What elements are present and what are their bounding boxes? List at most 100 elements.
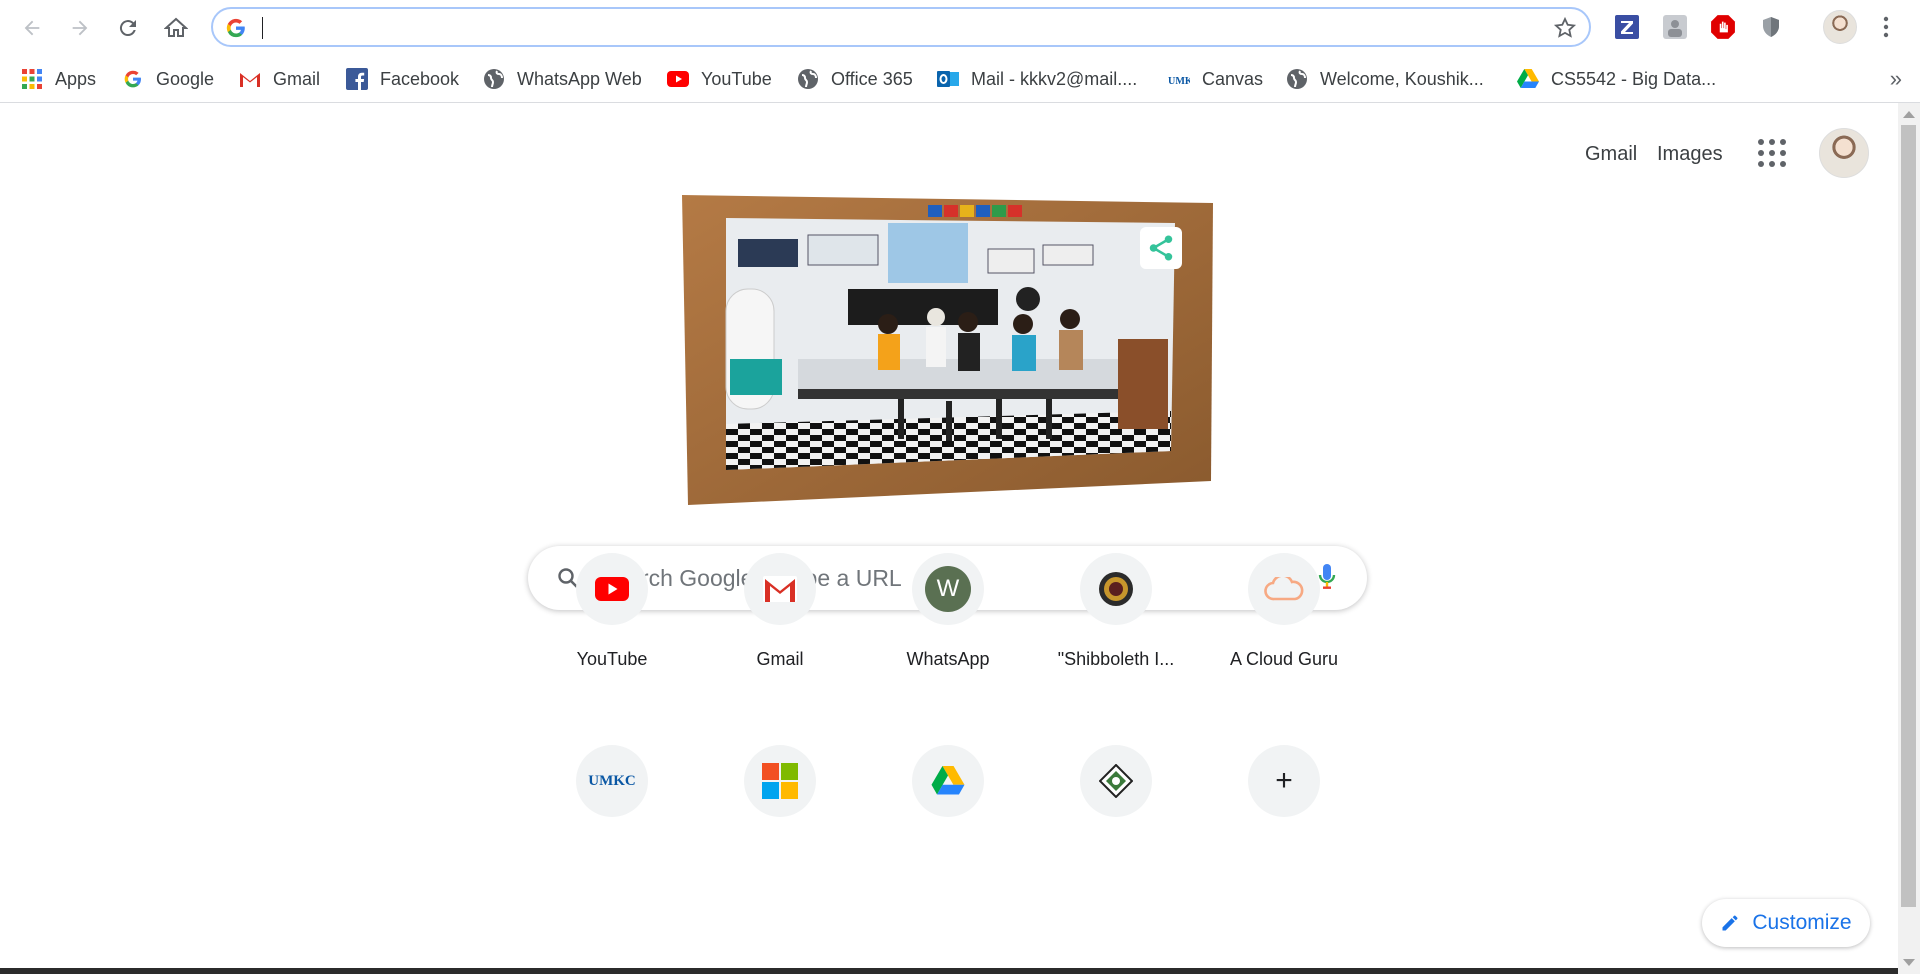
bookmark-cs5542[interactable]: CS5542 - Big Data... — [1517, 64, 1716, 94]
seal-icon — [1099, 572, 1133, 606]
shortcut-icon-container — [912, 745, 984, 817]
profile-avatar[interactable] — [1823, 10, 1857, 44]
shortcut-label: YouTube — [576, 649, 648, 669]
bookmark-label: WhatsApp Web — [517, 68, 642, 89]
bookmark-label: Office 365 — [831, 68, 913, 89]
shortcut-icon-container — [1248, 553, 1320, 625]
customize-label: Customize — [1752, 911, 1852, 934]
browser-toolbar — [0, 0, 1920, 56]
shortcut-gmail[interactable]: Gmail — [696, 539, 864, 699]
new-tab-page: Gmail Images Search Google or type a URL… — [0, 103, 1898, 974]
pencil-icon — [1720, 913, 1740, 933]
google-apps-icon[interactable] — [1758, 139, 1788, 169]
customize-button[interactable]: Customize — [1702, 899, 1870, 947]
forward-arrow-icon — [72, 20, 88, 36]
scrollbar-thumb[interactable] — [1901, 125, 1916, 907]
reload-icon — [119, 20, 136, 37]
forward-button[interactable] — [62, 10, 98, 46]
taskbar-edge — [0, 968, 1898, 974]
bookmark-gmail[interactable]: Gmail — [239, 64, 320, 94]
youtube-icon — [595, 577, 629, 601]
cloud-icon — [1264, 577, 1304, 601]
shortcut-badge[interactable] — [1032, 731, 1200, 891]
doodle-share-button[interactable] — [1140, 227, 1182, 269]
drive-icon — [931, 766, 965, 795]
apps-grid-icon — [21, 68, 43, 90]
doodle-diner-diorama-image — [682, 195, 1213, 505]
reload-button[interactable] — [110, 10, 146, 46]
images-link[interactable]: Images — [1657, 143, 1723, 166]
bookmark-label: Facebook — [380, 68, 460, 89]
bookmark-google[interactable]: Google — [122, 64, 214, 94]
youtube-icon — [667, 68, 689, 90]
shortcut-icon-container — [744, 553, 816, 625]
adblock-extension-icon[interactable] — [1710, 14, 1736, 40]
shortcut-label: A Cloud Guru — [1229, 649, 1339, 669]
gmail-icon — [763, 576, 797, 602]
bookmark-welcome[interactable]: Welcome, Koushik... — [1286, 64, 1484, 94]
shortcut-google-drive[interactable] — [864, 731, 1032, 891]
microsoft-icon — [762, 763, 798, 799]
back-button[interactable] — [14, 10, 50, 46]
shortcut-whatsapp[interactable]: W WhatsApp — [864, 539, 1032, 699]
bookmark-mail[interactable]: Mail - kkkv2@mail.... — [937, 64, 1137, 94]
shortcut-label: "Shibboleth I... — [1057, 649, 1175, 669]
back-arrow-icon — [24, 20, 40, 36]
profile-extension-icon[interactable] — [1662, 14, 1688, 40]
w-letter-icon: W — [925, 566, 971, 612]
shortcut-label: WhatsApp — [906, 649, 990, 669]
shortcut-icon-container — [1080, 553, 1152, 625]
globe-icon — [1286, 68, 1308, 90]
bookmark-label: Mail - kkkv2@mail.... — [971, 68, 1138, 89]
add-shortcut-icon: + — [1275, 764, 1293, 797]
add-shortcut-button[interactable]: + — [1200, 731, 1368, 891]
google-icon — [122, 68, 144, 90]
menu-kebab-icon[interactable] — [1873, 14, 1899, 40]
bookmark-office-365[interactable]: Office 365 — [797, 64, 913, 94]
bookmark-youtube[interactable]: YouTube — [667, 64, 772, 94]
facebook-icon — [346, 68, 368, 90]
shortcut-a-cloud-guru[interactable]: A Cloud Guru — [1200, 539, 1368, 699]
umkc-icon: UMKC — [588, 772, 636, 789]
shortcut-icon-container — [744, 745, 816, 817]
account-avatar[interactable] — [1819, 128, 1869, 178]
vertical-scrollbar[interactable] — [1898, 103, 1920, 974]
shortcut-label: Gmail — [756, 649, 804, 669]
shortcut-icon-container: W — [912, 553, 984, 625]
bookmark-apps[interactable]: Apps — [21, 64, 96, 94]
shield-extension-icon[interactable] — [1758, 14, 1784, 40]
address-bar[interactable] — [211, 7, 1591, 47]
shortcut-youtube[interactable]: YouTube — [528, 539, 696, 699]
umkc-icon: UMKC — [1168, 68, 1190, 90]
shortcut-icon-container: UMKC — [576, 745, 648, 817]
bookmarks-bar: Apps Google Gmail Facebook WhatsApp Web — [0, 56, 1920, 103]
bookmark-label: Welcome, Koushik... — [1320, 68, 1484, 89]
bookmark-canvas[interactable]: UMKC Canvas — [1168, 64, 1263, 94]
bookmark-label: Gmail — [273, 68, 321, 89]
bookmark-label: CS5542 - Big Data... — [1551, 68, 1717, 89]
bookmark-facebook[interactable]: Facebook — [346, 64, 459, 94]
bookmark-whatsapp-web[interactable]: WhatsApp Web — [483, 64, 642, 94]
scroll-up-arrow-icon[interactable] — [1903, 111, 1915, 118]
text-cursor — [262, 17, 263, 39]
globe-icon — [797, 68, 819, 90]
shortcut-icon-container — [1080, 745, 1152, 817]
gmail-link[interactable]: Gmail — [1585, 143, 1637, 166]
gmail-icon — [239, 68, 261, 90]
share-icon — [1149, 235, 1173, 261]
shortcut-microsoft[interactable] — [696, 731, 864, 891]
home-icon — [164, 17, 188, 37]
shortcut-icon-container: + — [1248, 745, 1320, 817]
globe-icon — [483, 68, 505, 90]
google-doodle[interactable] — [678, 189, 1215, 507]
zotero-extension-icon[interactable] — [1614, 14, 1640, 40]
svg-text:UMKC: UMKC — [1168, 76, 1190, 87]
scroll-down-arrow-icon[interactable] — [1903, 959, 1915, 966]
shortcut-umkc[interactable]: UMKC — [528, 731, 696, 891]
more-bookmarks-chevron-icon[interactable]: » — [1890, 66, 1902, 92]
shortcut-shibboleth[interactable]: "Shibboleth I... — [1032, 539, 1200, 699]
drive-icon — [1517, 68, 1539, 90]
home-button[interactable] — [158, 10, 194, 46]
badge-icon — [1099, 764, 1133, 798]
bookmark-star-icon[interactable] — [1553, 16, 1577, 45]
